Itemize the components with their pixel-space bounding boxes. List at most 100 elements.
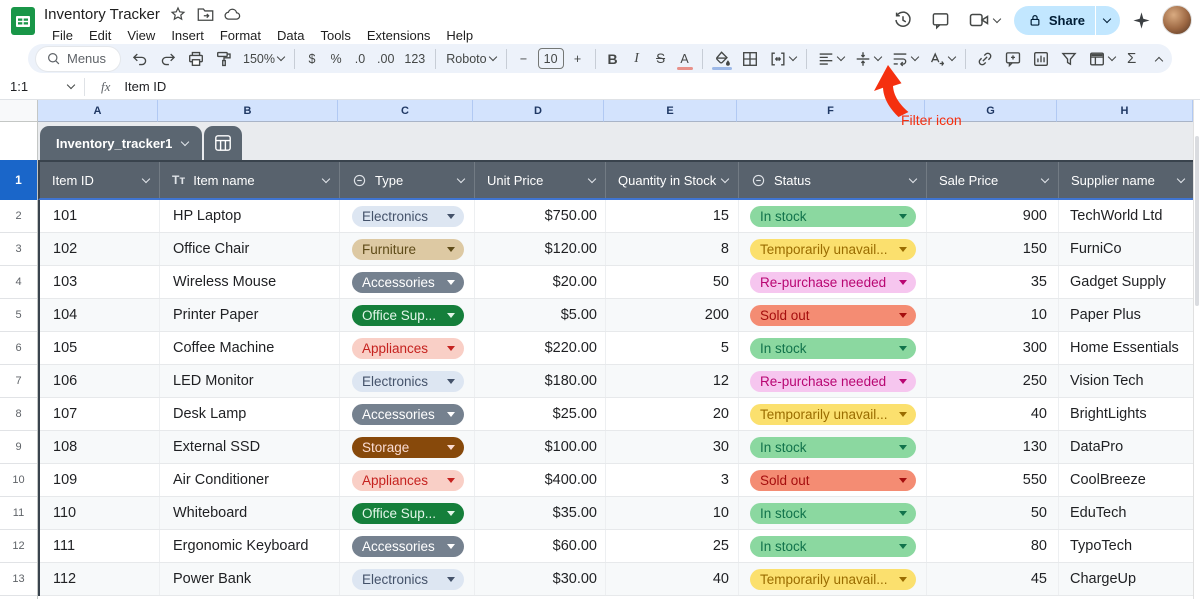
cell-supplier[interactable]: BrightLights [1059, 398, 1195, 430]
status-chip-repurchase[interactable]: Re-purchase needed [750, 271, 916, 293]
column-header-chevron[interactable] [1176, 174, 1186, 183]
cell-type[interactable]: Accessories [340, 266, 475, 298]
cell-sale-price[interactable]: 250 [927, 365, 1059, 397]
cell-supplier[interactable]: Home Essentials [1059, 332, 1195, 364]
column-letter-h[interactable]: H [1057, 100, 1193, 122]
cell-supplier[interactable]: ChargeUp [1059, 563, 1195, 595]
name-box-chevron[interactable] [66, 80, 76, 90]
type-chip-appliances[interactable]: Appliances [352, 469, 464, 491]
horizontal-align-icon[interactable] [812, 47, 849, 71]
cell-type[interactable]: Electronics [340, 365, 475, 397]
cell-sale-price[interactable]: 40 [927, 398, 1059, 430]
cell-item-name[interactable]: External SSD [160, 431, 340, 463]
cell-status[interactable]: Sold out [739, 299, 927, 331]
column-header-chevron[interactable] [720, 174, 730, 183]
meet-dropdown-chevron[interactable] [993, 14, 1002, 23]
cell-type[interactable]: Appliances [340, 332, 475, 364]
menu-insert[interactable]: Insert [163, 26, 212, 45]
cell-quantity[interactable]: 30 [606, 431, 739, 463]
cell-sale-price[interactable]: 550 [927, 464, 1059, 496]
menu-edit[interactable]: Edit [81, 26, 119, 45]
number-format-button[interactable]: 123 [399, 47, 430, 71]
cell-sale-price[interactable]: 150 [927, 233, 1059, 265]
column-header-chevron[interactable] [141, 174, 151, 183]
status-chip-soldout[interactable]: Sold out [750, 469, 916, 491]
cell-type[interactable]: Electronics [340, 200, 475, 232]
cell-quantity[interactable]: 40 [606, 563, 739, 595]
cell-unit-price[interactable]: $220.00 [475, 332, 606, 364]
column-letter-e[interactable]: E [604, 100, 737, 122]
type-chip-furniture[interactable]: Furniture [352, 238, 464, 260]
cell-item-name[interactable]: Coffee Machine [160, 332, 340, 364]
cell-quantity[interactable]: 50 [606, 266, 739, 298]
cell-item-name[interactable]: Power Bank [160, 563, 340, 595]
format-currency-button[interactable]: $ [300, 47, 324, 71]
cell-sale-price[interactable]: 900 [927, 200, 1059, 232]
cell-item-id[interactable]: 108 [40, 431, 160, 463]
cell-status[interactable]: In stock [739, 332, 927, 364]
text-color-button[interactable]: A [673, 47, 697, 71]
cell-unit-price[interactable]: $750.00 [475, 200, 606, 232]
cell-quantity[interactable]: 8 [606, 233, 739, 265]
cell-item-name[interactable]: Air Conditioner [160, 464, 340, 496]
insert-chart-icon[interactable] [1027, 47, 1055, 71]
cell-item-id[interactable]: 111 [40, 530, 160, 562]
cell-unit-price[interactable]: $60.00 [475, 530, 606, 562]
status-chip-instock[interactable]: In stock [750, 436, 916, 458]
menu-help[interactable]: Help [438, 26, 481, 45]
cell-item-name[interactable]: Office Chair [160, 233, 340, 265]
menu-extensions[interactable]: Extensions [359, 26, 439, 45]
cell-supplier[interactable]: Paper Plus [1059, 299, 1195, 331]
column-header-chevron[interactable] [1040, 174, 1050, 183]
cell-type[interactable]: Office Sup... [340, 497, 475, 529]
share-button[interactable]: Share [1013, 5, 1120, 35]
share-dropdown[interactable] [1096, 6, 1120, 35]
name-box[interactable]: 1:1 [0, 79, 84, 94]
vertical-align-chevron[interactable] [873, 52, 882, 62]
row-number-3[interactable]: 3 [0, 233, 37, 266]
strikethrough-button[interactable]: S [649, 47, 673, 71]
formula-bar-input[interactable]: Item ID [124, 79, 166, 94]
move-folder-icon[interactable] [197, 6, 214, 23]
row-number-2[interactable]: 2 [0, 200, 37, 233]
font-family-button[interactable]: Roboto [441, 47, 500, 71]
select-all-corner[interactable] [0, 100, 38, 122]
cell-status[interactable]: In stock [739, 431, 927, 463]
cell-item-id[interactable]: 101 [40, 200, 160, 232]
vertical-align-icon[interactable] [849, 47, 886, 71]
cell-supplier[interactable]: DataPro [1059, 431, 1195, 463]
cell-type[interactable]: Furniture [340, 233, 475, 265]
redo-icon[interactable] [154, 47, 182, 71]
create-filter-icon[interactable] [1055, 47, 1083, 71]
type-chip-accessories[interactable]: Accessories [352, 271, 464, 293]
increase-font-size-button[interactable]: + [566, 47, 590, 71]
cell-item-id[interactable]: 112 [40, 563, 160, 595]
cell-quantity[interactable]: 10 [606, 497, 739, 529]
menu-tools[interactable]: Tools [312, 26, 358, 45]
font-size-input[interactable]: 10 [537, 48, 564, 69]
cell-unit-price[interactable]: $35.00 [475, 497, 606, 529]
vertical-scrollbar[interactable] [1193, 100, 1200, 599]
cell-item-name[interactable]: Wireless Mouse [160, 266, 340, 298]
cell-item-id[interactable]: 107 [40, 398, 160, 430]
text-rotation-chevron[interactable] [947, 52, 956, 62]
cell-sale-price[interactable]: 10 [927, 299, 1059, 331]
cell-type[interactable]: Electronics [340, 563, 475, 595]
type-chip-electronics[interactable]: Electronics [352, 370, 464, 392]
column-header-unit-price[interactable]: Unit Price [475, 162, 606, 198]
table-views-chevron[interactable] [1107, 52, 1116, 62]
cell-status[interactable]: Temporarily unavail... [739, 233, 927, 265]
scrollbar-thumb[interactable] [1195, 136, 1199, 306]
status-chip-unavailable[interactable]: Temporarily unavail... [750, 568, 916, 590]
cell-quantity[interactable]: 200 [606, 299, 739, 331]
row-number-10[interactable]: 10 [0, 464, 37, 497]
functions-button[interactable]: Σ [1120, 47, 1144, 71]
cell-sale-price[interactable]: 80 [927, 530, 1059, 562]
cell-unit-price[interactable]: $120.00 [475, 233, 606, 265]
column-header-chevron[interactable] [456, 174, 466, 183]
column-header-chevron[interactable] [587, 174, 597, 183]
cell-supplier[interactable]: Vision Tech [1059, 365, 1195, 397]
toolbar-search-menus[interactable]: Menus [36, 46, 121, 71]
menu-format[interactable]: Format [212, 26, 269, 45]
cell-unit-price[interactable]: $5.00 [475, 299, 606, 331]
